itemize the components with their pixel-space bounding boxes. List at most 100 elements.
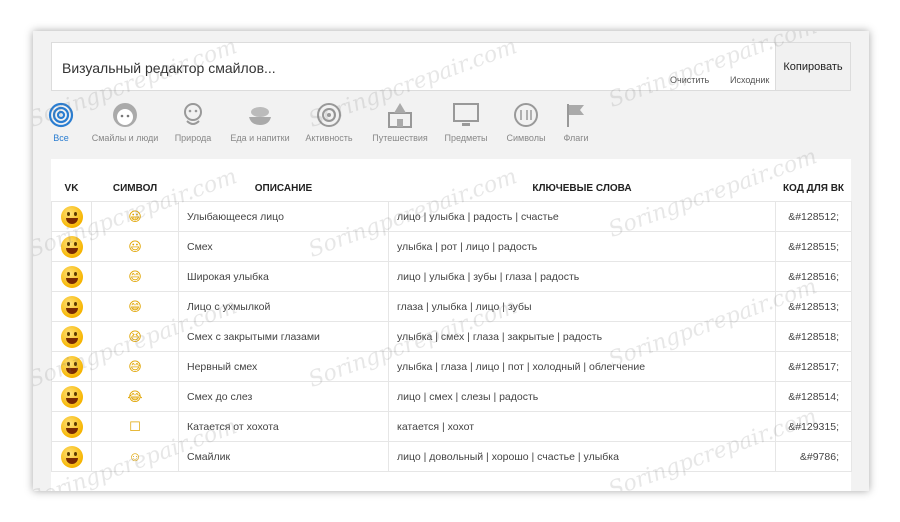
table-row[interactable]: ☺ Смайлик лицо | довольный | хорошо | счас… (51, 441, 852, 472)
emoji-symbol: 😂 (127, 388, 143, 404)
symbol-cell[interactable]: 😂 (91, 381, 179, 412)
emoji-table: VK СИМВОЛ ОПИСАНИЕ КЛЮЧЕВЫЕ СЛОВА КОД ДЛ… (51, 175, 852, 472)
description-cell: Смайлик (178, 441, 389, 472)
code-cell[interactable]: &#9786; (775, 441, 852, 472)
emoji-symbol: ☺ (128, 448, 142, 464)
face-icon (113, 103, 137, 127)
emoji-editor-frame: Визуальный редактор смайлов... Очистить … (33, 31, 869, 491)
code-cell[interactable]: &#128517; (775, 351, 852, 382)
vk-emoji-cell[interactable] (51, 291, 92, 322)
building-icon (388, 103, 412, 128)
vk-emoji-icon (60, 445, 83, 468)
code-cell[interactable]: &#128516; (775, 261, 852, 292)
vk-emoji-cell[interactable] (51, 441, 92, 472)
emoji-symbol: 😄 (128, 268, 142, 284)
description-cell: Катается от хохота (178, 411, 389, 442)
symbol-cell[interactable]: 😃 (91, 231, 179, 262)
monkey-icon (184, 103, 202, 125)
symbol-cell[interactable]: 😆 (91, 321, 179, 352)
keywords-cell: лицо | смех | слезы | радость (388, 381, 776, 412)
category-flags[interactable]: Флаги (536, 99, 616, 143)
symbol-cell[interactable]: ☺ (91, 441, 179, 472)
emoji-table-panel: VK СИМВОЛ ОПИСАНИЕ КЛЮЧЕВЫЕ СЛОВА КОД ДЛ… (51, 159, 852, 491)
spiral-icon (48, 102, 74, 128)
vk-emoji-cell[interactable] (51, 381, 92, 412)
code-cell[interactable]: &#128518; (775, 321, 852, 352)
description-cell: Смех (178, 231, 389, 262)
table-row[interactable]: 😂 Смех до слез лицо | смех | слезы | радос… (51, 381, 852, 412)
table-row[interactable]: 😅 Нервный смех улыбка | глаза | лицо | пот… (51, 351, 852, 382)
vk-emoji-icon (60, 415, 83, 438)
symbol-cell[interactable]: ☐ (91, 411, 179, 442)
keywords-cell: улыбка | рот | лицо | радость (388, 231, 776, 262)
keywords-cell: лицо | улыбка | зубы | глаза | радость (388, 261, 776, 292)
vk-emoji-icon (60, 355, 83, 378)
column-keywords: КЛЮЧЕВЫЕ СЛОВА (532, 182, 632, 194)
description-cell: Смех до слез (178, 381, 389, 412)
emoji-symbol: ☐ (129, 418, 141, 434)
food-icon (249, 107, 271, 125)
emoji-symbol: 😁 (128, 298, 142, 314)
code-cell[interactable]: &#128514; (775, 381, 852, 412)
description-cell: Широкая улыбка (178, 261, 389, 292)
clear-button[interactable]: Очистить (670, 75, 710, 85)
vk-emoji-cell[interactable] (51, 321, 92, 352)
code-cell[interactable]: &#128515; (775, 231, 852, 262)
category-bar: Все Смайлы и люди Природа Еда и напитки … (33, 99, 869, 159)
table-row[interactable]: 😆 Смех с закрытыми глазами улыбка | смех |… (51, 321, 852, 352)
description-cell: Смех с закрытыми глазами (178, 321, 389, 352)
description-cell: Нервный смех (178, 351, 389, 382)
monitor-icon (453, 103, 479, 126)
emoji-symbol: 😃 (128, 238, 142, 254)
emoji-symbol: 😅 (128, 358, 142, 374)
code-cell[interactable]: &#128512; (775, 201, 852, 232)
vk-emoji-cell[interactable] (51, 231, 92, 262)
vk-emoji-cell[interactable] (51, 261, 92, 292)
keywords-cell: улыбка | глаза | лицо | пот | холодный |… (388, 351, 776, 382)
source-button[interactable]: Исходник (730, 75, 770, 85)
editor-placeholder: Визуальный редактор смайлов... (62, 60, 276, 76)
column-description: ОПИСАНИЕ (254, 182, 313, 194)
column-code: КОД ДЛЯ ВК (782, 182, 845, 194)
emoji-symbol: 😀 (128, 208, 142, 224)
category-food[interactable]: Еда и напитки (220, 99, 300, 143)
description-cell: Улыбающееся лицо (178, 201, 389, 232)
flag-icon (567, 104, 584, 127)
category-label: Флаги (563, 133, 589, 143)
keywords-cell: улыбка | смех | глаза | закрытые | радос… (388, 321, 776, 352)
vk-emoji-icon (60, 295, 83, 318)
emoji-symbol: 😆 (128, 328, 142, 344)
vk-emoji-cell[interactable] (51, 411, 92, 442)
visual-editor[interactable]: Визуальный редактор смайлов... Очистить … (51, 42, 851, 91)
vk-emoji-icon (60, 235, 83, 258)
symbol-cell[interactable]: 😁 (91, 291, 179, 322)
vk-emoji-cell[interactable] (51, 351, 92, 382)
table-row[interactable]: ☐ Катается от хохота катается | хохот &#129… (51, 411, 852, 442)
keywords-cell: лицо | улыбка | радость | счастье (388, 201, 776, 232)
vk-emoji-icon (60, 325, 83, 348)
table-row[interactable]: 😄 Широкая улыбка лицо | улыбка | зубы | гл… (51, 261, 852, 292)
table-row[interactable]: 😁 Лицо с ухмылкой глаза | улыбка | лицо | … (51, 291, 852, 322)
category-label: Еда и напитки (230, 133, 290, 143)
code-cell[interactable]: &#129315; (775, 411, 852, 442)
keywords-cell: лицо | довольный | хорошо | счастье | ул… (388, 441, 776, 472)
column-vk: VK (64, 182, 79, 194)
target-icon (317, 103, 341, 127)
keywords-cell: глаза | улыбка | лицо | зубы (388, 291, 776, 322)
description-cell: Лицо с ухмылкой (178, 291, 389, 322)
table-row[interactable]: 😀 Улыбающееся лицо лицо | улыбка | радость… (51, 201, 852, 232)
category-activity[interactable]: Активность (289, 99, 369, 143)
symbol-cell[interactable]: 😄 (91, 261, 179, 292)
copy-button[interactable]: Копировать (775, 43, 850, 90)
code-cell[interactable]: &#128513; (775, 291, 852, 322)
symbol-cell[interactable]: 😀 (91, 201, 179, 232)
category-label: Активность (305, 133, 353, 143)
table-header: VK СИМВОЛ ОПИСАНИЕ КЛЮЧЕВЫЕ СЛОВА КОД ДЛ… (52, 175, 852, 202)
symbol-cell[interactable]: 😅 (91, 351, 179, 382)
table-row[interactable]: 😃 Смех улыбка | рот | лицо | радость &#1285… (51, 231, 852, 262)
vk-emoji-icon (60, 385, 83, 408)
vk-emoji-cell[interactable] (51, 201, 92, 232)
vk-emoji-icon (60, 265, 83, 288)
keywords-cell: катается | хохот (388, 411, 776, 442)
column-symbol: СИМВОЛ (112, 182, 158, 194)
